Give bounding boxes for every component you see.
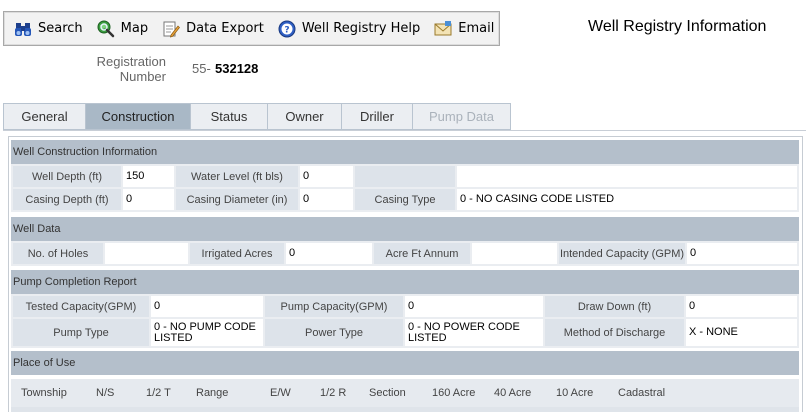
section-well-data-header: Well Data	[11, 217, 799, 241]
help-label: Well Registry Help	[301, 21, 421, 36]
section-construction-header: Well Construction Information	[11, 140, 799, 164]
section-place-of-use-header: Place of Use	[11, 351, 799, 375]
col-cadastral: Cadastral	[618, 387, 666, 399]
map-label: Map	[120, 21, 149, 36]
discharge-method-value: X - NONE	[686, 319, 797, 346]
col-township: Township	[21, 387, 67, 399]
well-depth-value: 150	[123, 166, 174, 187]
tab-construction[interactable]: Construction	[85, 103, 190, 130]
draw-down-value: 0	[686, 296, 797, 317]
tab-status[interactable]: Status	[190, 103, 267, 130]
casing-diameter-label: Casing Diameter (in)	[176, 189, 298, 210]
tab-bar: General Construction Status Owner Drille…	[3, 103, 511, 130]
casing-type-value: 0 - NO CASING CODE LISTED	[457, 189, 797, 210]
tab-driller[interactable]: Driller	[341, 103, 412, 130]
col-ns: N/S	[96, 387, 115, 399]
casing-diameter-value: 0	[300, 189, 353, 210]
blank-value-cell	[457, 166, 797, 187]
tab-underline	[3, 130, 806, 131]
globe-magnifier-icon	[97, 20, 114, 37]
col-half-t: 1/2 T	[146, 387, 171, 399]
casing-type-label: Casing Type	[355, 189, 455, 210]
power-type-value: 0 - NO POWER CODE LISTED	[405, 319, 543, 346]
place-of-use-next-row	[11, 407, 799, 412]
pump-type-value: 0 - NO PUMP CODE LISTED	[151, 319, 263, 346]
discharge-method-label: Method of Discharge	[545, 319, 684, 346]
irrigated-acres-label: Irrigated Acres	[190, 243, 284, 264]
casing-depth-value: 0	[123, 189, 174, 210]
pump-type-label: Pump Type	[13, 319, 149, 346]
binoculars-icon	[15, 22, 31, 36]
intended-capacity-label: Intended Capacity (GPM)	[559, 243, 685, 264]
map-button[interactable]: Map	[97, 20, 148, 38]
draw-down-label: Draw Down (ft)	[545, 296, 684, 317]
col-ew: E/W	[270, 387, 291, 399]
acre-ft-value	[472, 243, 557, 264]
blank-label-cell	[355, 166, 455, 187]
help-button[interactable]: ? Well Registry Help	[278, 20, 420, 38]
col-half-r: 1/2 R	[320, 387, 347, 399]
pump-capacity-value: 0	[405, 296, 543, 317]
envelope-icon	[434, 20, 452, 35]
tab-pump-data: Pump Data	[412, 103, 511, 130]
casing-depth-label: Casing Depth (ft)	[13, 189, 121, 210]
page-title: Well Registry Information	[588, 18, 767, 35]
email-button[interactable]: Email	[434, 20, 494, 38]
toolbar: Search Map Data Export ? Well Registry H…	[3, 11, 500, 46]
registration-label-line2: Number	[119, 69, 166, 84]
tested-capacity-value: 0	[151, 296, 263, 317]
registration-prefix: 55-	[192, 61, 211, 76]
pump-capacity-label: Pump Capacity(GPM)	[265, 296, 403, 317]
tab-general[interactable]: General	[3, 103, 85, 130]
search-button[interactable]: Search	[14, 20, 83, 38]
well-depth-label: Well Depth (ft)	[13, 166, 121, 187]
email-label: Email	[458, 21, 495, 36]
registration-label-line1: Registration	[96, 54, 166, 69]
data-export-button[interactable]: Data Export	[162, 20, 264, 38]
tested-capacity-label: Tested Capacity(GPM)	[13, 296, 149, 317]
col-40-acre: 40 Acre	[494, 387, 532, 399]
svg-text:?: ?	[284, 25, 289, 35]
registration-label: Registration Number	[80, 54, 166, 84]
col-range: Range	[196, 387, 229, 399]
col-160-acre: 160 Acre	[432, 387, 476, 399]
power-type-label: Power Type	[265, 319, 403, 346]
help-icon: ?	[278, 20, 296, 37]
col-section: Section	[369, 387, 406, 399]
col-10-acre: 10 Acre	[556, 387, 594, 399]
water-level-label: Water Level (ft bls)	[176, 166, 298, 187]
water-level-value: 0	[300, 166, 353, 187]
section-pump-header: Pump Completion Report	[11, 270, 799, 294]
tab-owner[interactable]: Owner	[267, 103, 341, 130]
holes-value	[105, 243, 188, 264]
export-pencil-icon	[163, 21, 181, 37]
intended-capacity-value: 0	[687, 243, 797, 264]
search-label: Search	[38, 21, 83, 36]
holes-label: No. of Holes	[13, 243, 103, 264]
irrigated-acres-value: 0	[286, 243, 372, 264]
registration-number: 532128	[215, 61, 259, 76]
acre-ft-label: Acre Ft Annum	[374, 243, 470, 264]
data-export-label: Data Export	[186, 21, 264, 36]
